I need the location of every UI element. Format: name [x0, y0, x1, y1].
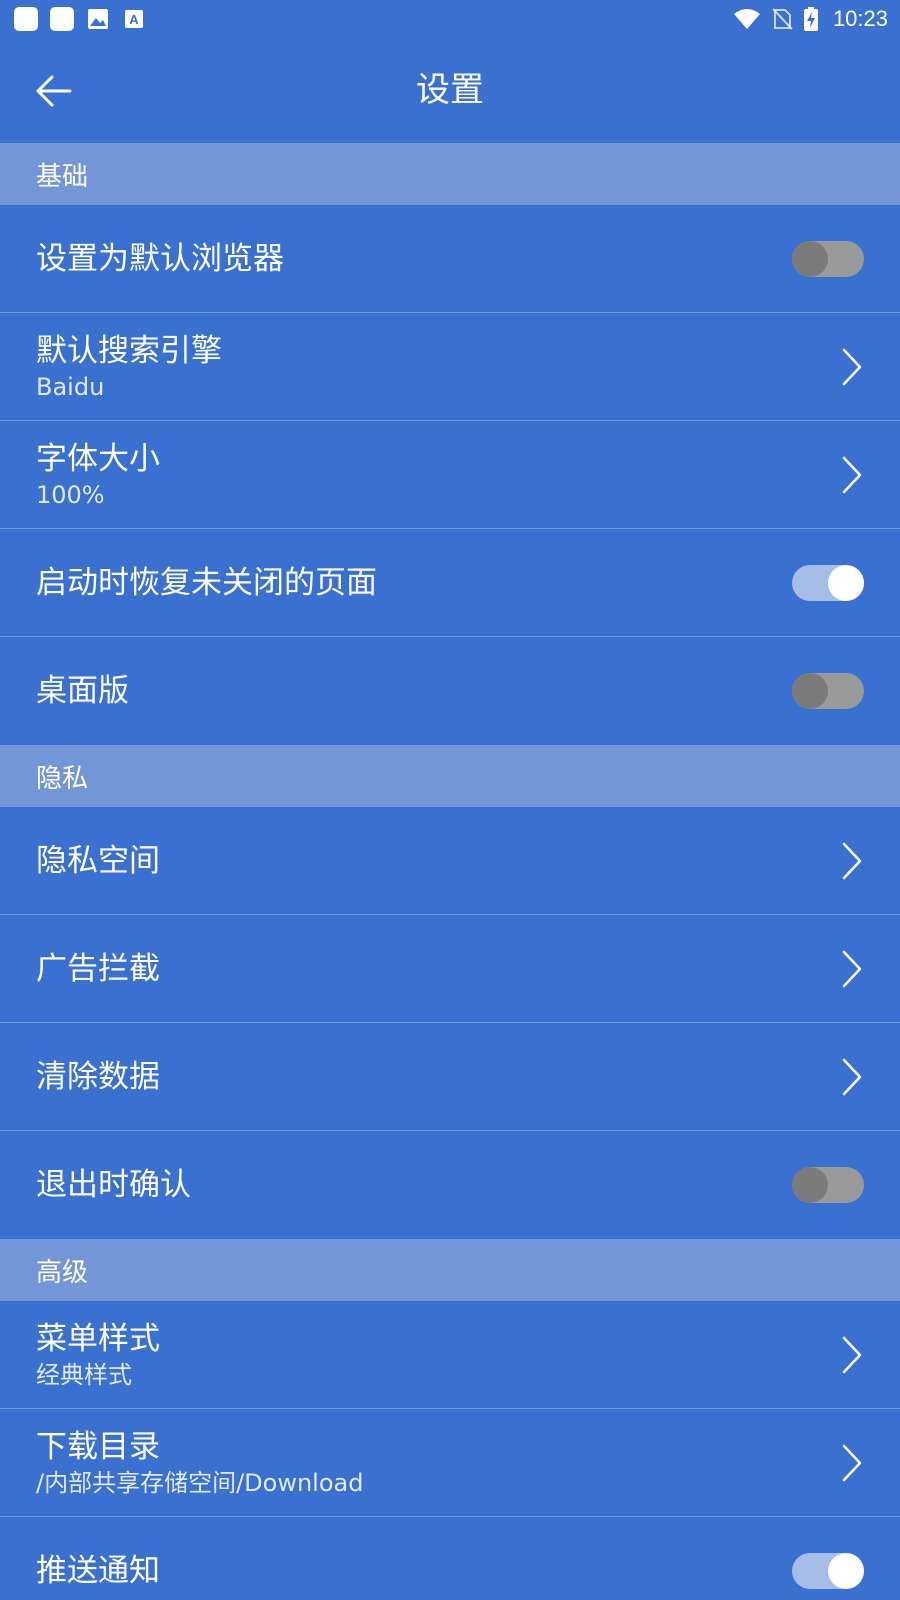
toggle-switch[interactable] — [792, 1167, 864, 1203]
status-bar: A 10:23 — [0, 0, 900, 38]
section-header-basic: 基础 — [0, 143, 900, 205]
setting-title: 退出时确认 — [36, 1167, 191, 1203]
setting-title: 广告拦截 — [36, 950, 160, 987]
wifi-icon — [733, 9, 760, 29]
section-header-advanced: 高级 — [0, 1239, 900, 1301]
status-time: 10:23 — [832, 6, 888, 31]
settings-screen: A 10:23 设置 基础 设置为默认浏览器 默认搜索引擎 Baidu 字体大小… — [0, 0, 900, 1600]
setting-title: 推送通知 — [36, 1553, 160, 1589]
toggle-knob — [792, 673, 828, 709]
setting-value: Baidu — [36, 372, 105, 401]
setting-menu-style[interactable]: 菜单样式 经典样式 — [0, 1301, 900, 1409]
setting-desktop-mode[interactable]: 桌面版 — [0, 637, 900, 745]
text-a-icon: A — [125, 10, 143, 28]
settings-list: 基础 设置为默认浏览器 默认搜索引擎 Baidu 字体大小 100% 启动时恢复… — [0, 143, 900, 1600]
setting-title: 设置为默认浏览器 — [36, 240, 284, 277]
toolbar: 设置 — [0, 38, 900, 143]
toggle-knob — [792, 240, 828, 277]
toggle-switch[interactable] — [792, 240, 864, 277]
setting-title: 字体大小 — [36, 440, 160, 477]
setting-value: /内部共享存储空间/Download — [36, 1468, 364, 1497]
setting-title: 下载目录 — [36, 1428, 160, 1465]
setting-clear-data[interactable]: 清除数据 — [0, 1023, 900, 1131]
page-title: 设置 — [416, 70, 484, 110]
setting-title: 启动时恢复未关闭的页面 — [36, 564, 377, 601]
toggle-switch[interactable] — [792, 564, 864, 601]
chevron-right-icon — [842, 842, 862, 879]
chevron-right-icon — [842, 1336, 862, 1373]
setting-confirm-exit[interactable]: 退出时确认 — [0, 1131, 900, 1239]
setting-value: 100% — [36, 480, 105, 509]
setting-title: 隐私空间 — [36, 842, 160, 879]
status-icons: 10:23 — [733, 0, 888, 38]
chevron-right-icon — [842, 456, 862, 493]
setting-font-size[interactable]: 字体大小 100% — [0, 421, 900, 529]
arrow-left-icon — [36, 75, 72, 107]
chevron-right-icon — [842, 950, 862, 987]
setting-push-notifications[interactable]: 推送通知 — [0, 1517, 900, 1600]
back-button[interactable] — [22, 63, 86, 119]
setting-ad-block[interactable]: 广告拦截 — [0, 915, 900, 1023]
toggle-knob — [828, 1553, 864, 1589]
setting-title: 默认搜索引擎 — [36, 332, 222, 369]
setting-private-space[interactable]: 隐私空间 — [0, 807, 900, 915]
setting-value: 经典样式 — [36, 1360, 132, 1389]
no-sim-icon — [772, 8, 793, 30]
setting-search-engine[interactable]: 默认搜索引擎 Baidu — [0, 313, 900, 421]
toggle-switch[interactable] — [792, 673, 864, 709]
setting-download-directory[interactable]: 下载目录 /内部共享存储空间/Download — [0, 1409, 900, 1517]
section-header-privacy: 隐私 — [0, 745, 900, 807]
setting-title: 菜单样式 — [36, 1320, 160, 1357]
svg-text:A: A — [129, 12, 139, 27]
chevron-right-icon — [842, 1444, 862, 1481]
chevron-right-icon — [842, 1058, 862, 1095]
battery-charging-icon — [803, 7, 818, 31]
setting-title: 清除数据 — [36, 1058, 160, 1095]
setting-restore-tabs[interactable]: 启动时恢复未关闭的页面 — [0, 529, 900, 637]
toggle-knob — [828, 564, 864, 601]
setting-title: 桌面版 — [36, 673, 129, 709]
setting-default-browser[interactable]: 设置为默认浏览器 — [0, 205, 900, 313]
image-icon — [88, 9, 108, 29]
toggle-switch[interactable] — [792, 1553, 864, 1589]
toggle-knob — [792, 1167, 828, 1203]
chevron-right-icon — [842, 348, 862, 385]
app-notification-icon — [14, 7, 38, 31]
app-notification-icon — [50, 7, 74, 31]
